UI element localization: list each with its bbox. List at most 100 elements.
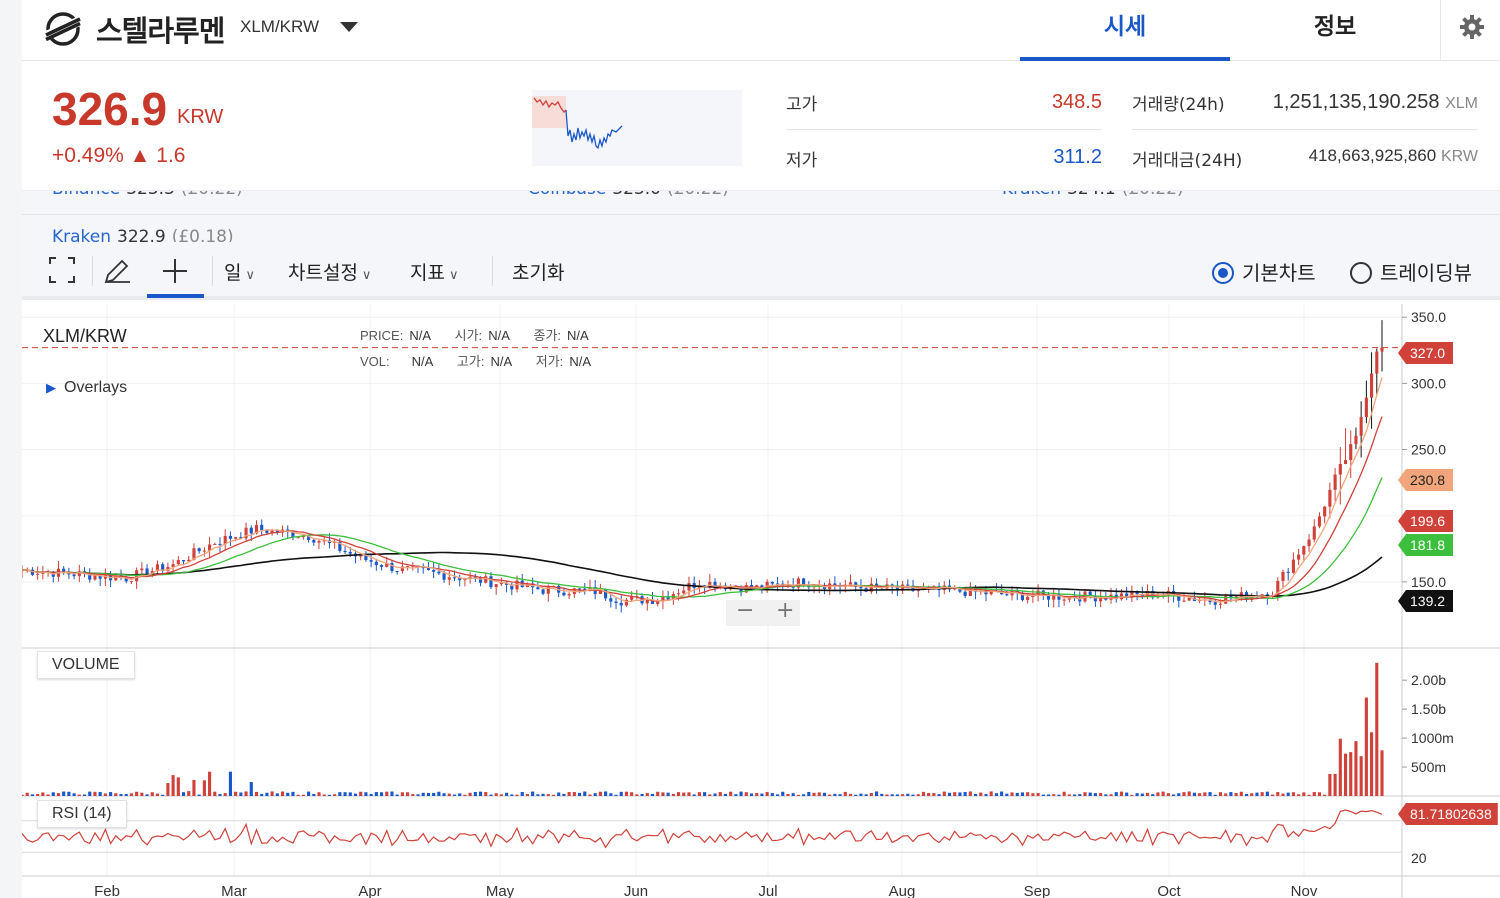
volume-bar	[265, 792, 269, 796]
chevron-down-icon: ∨	[448, 268, 459, 283]
candle-body	[1291, 559, 1295, 573]
candle-body	[1323, 506, 1327, 517]
volume-bar	[254, 791, 259, 796]
volume-bar	[838, 794, 842, 796]
price-panel: 326.9 KRW +0.49% ▲ 1.6 고가 348.5 저가 311.2…	[22, 62, 1500, 190]
volume-bar	[67, 791, 71, 796]
volume-bar	[817, 792, 821, 796]
header: 스텔라루멘 XLM/KRW 시세 정보	[22, 0, 1500, 61]
volume-bar	[499, 794, 503, 796]
stat-divider	[1132, 129, 1478, 130]
volume-bar	[1125, 792, 1129, 796]
volume-bar	[119, 794, 123, 796]
overlays-toggle[interactable]: ▶ Overlays	[46, 379, 127, 397]
volume-bar	[353, 793, 358, 796]
volume-bar	[1031, 793, 1035, 796]
volume-bar	[692, 794, 696, 796]
exchange-item[interactable]: Kraken324.1(£0.22)	[1002, 191, 1184, 199]
volume-bar	[1213, 794, 1217, 796]
volume-bar	[30, 794, 34, 796]
exchange-item[interactable]: Coinbase323.0(£0.22)	[528, 191, 729, 199]
low-label: 저가	[786, 151, 818, 171]
volume-bar	[880, 793, 884, 796]
volume-bar	[1203, 792, 1207, 796]
pair-dropdown-icon[interactable]	[340, 22, 358, 32]
volume-bar	[833, 793, 837, 796]
volume-bar	[452, 794, 457, 796]
volume-bar	[22, 794, 24, 796]
volume-bar	[421, 792, 425, 796]
candle-body	[317, 540, 321, 543]
volume-bar	[1052, 794, 1056, 796]
candle-body	[1005, 594, 1009, 596]
volume-bar	[911, 794, 915, 796]
candle-body	[176, 560, 180, 565]
volume-bar	[859, 793, 863, 796]
interval-dropdown[interactable]: 일 ∨	[224, 258, 255, 285]
x-axis-label: Jul	[758, 883, 777, 898]
volume-bar	[1156, 792, 1160, 796]
radio-tradingview[interactable]: 트레이딩뷰	[1350, 257, 1472, 286]
volume-bar	[41, 792, 45, 796]
volume-bar	[478, 791, 483, 796]
volume-bar	[708, 794, 712, 796]
chart-settings-dropdown[interactable]: 차트설정 ∨	[288, 258, 371, 285]
volume-bar	[1000, 791, 1004, 796]
volume-bar	[1172, 794, 1176, 796]
volume-bar	[208, 771, 212, 796]
zoom-in-button[interactable]: +	[776, 598, 794, 623]
tab-market[interactable]: 시세	[1020, 0, 1230, 61]
indicators-dropdown[interactable]: 지표 ∨	[410, 258, 458, 285]
crosshair-icon[interactable]	[160, 256, 190, 286]
volume-bar	[1083, 792, 1087, 796]
volume-bar	[958, 792, 962, 796]
candle-body	[379, 565, 384, 567]
volume-bar	[1026, 792, 1030, 796]
volume-bar	[937, 794, 941, 796]
volume-bar	[1119, 791, 1124, 796]
volume-bar	[239, 792, 243, 796]
radio-selected-icon	[1212, 262, 1234, 284]
volume-bar	[671, 794, 675, 796]
volume-bar	[312, 793, 316, 796]
tab-info[interactable]: 정보	[1230, 0, 1440, 61]
candle-body	[682, 590, 686, 594]
volume-bar	[286, 792, 290, 796]
volume-bar	[426, 792, 430, 796]
volume-bar	[494, 793, 498, 796]
volume-bar	[1036, 793, 1040, 796]
volume-bar	[1239, 791, 1243, 796]
fullscreen-icon[interactable]	[48, 256, 76, 284]
volume-bar	[88, 791, 92, 796]
zoom-out-button[interactable]: −	[736, 598, 754, 623]
settings-button[interactable]	[1440, 0, 1500, 61]
candle-body	[1182, 600, 1186, 602]
volume-bar	[786, 794, 790, 796]
volume-bar	[307, 791, 311, 796]
volume-bar	[1135, 793, 1139, 796]
volume-bar	[650, 793, 655, 796]
volume-number: 1,251,135,190.258	[1272, 91, 1440, 113]
volume-bar	[1244, 793, 1249, 796]
volume-bar	[885, 794, 889, 796]
volume-bar	[140, 792, 144, 796]
volume-bar	[275, 793, 279, 796]
volume-bar	[1088, 792, 1092, 796]
volume-bar	[1333, 773, 1337, 796]
candle-body	[213, 543, 217, 545]
candle-body	[218, 543, 222, 545]
candle-body	[343, 550, 347, 552]
radio-basic-chart[interactable]: 기본차트	[1212, 257, 1316, 286]
exchange-divider	[22, 214, 1500, 215]
candle-body	[452, 577, 457, 579]
pencil-icon[interactable]	[102, 256, 132, 286]
volume-bar	[572, 792, 576, 796]
exchange-item[interactable]: Kraken 322.9 (£0.18)	[52, 227, 234, 242]
candle-body	[906, 584, 910, 586]
volume-bar	[322, 794, 326, 796]
exchange-item[interactable]: Binance323.3(£0.22)	[52, 191, 243, 199]
volume-bar	[760, 793, 764, 796]
reset-button[interactable]: 초기화	[512, 258, 564, 285]
volume-axis-label: 500m	[1411, 759, 1446, 775]
candle-body	[228, 535, 232, 539]
